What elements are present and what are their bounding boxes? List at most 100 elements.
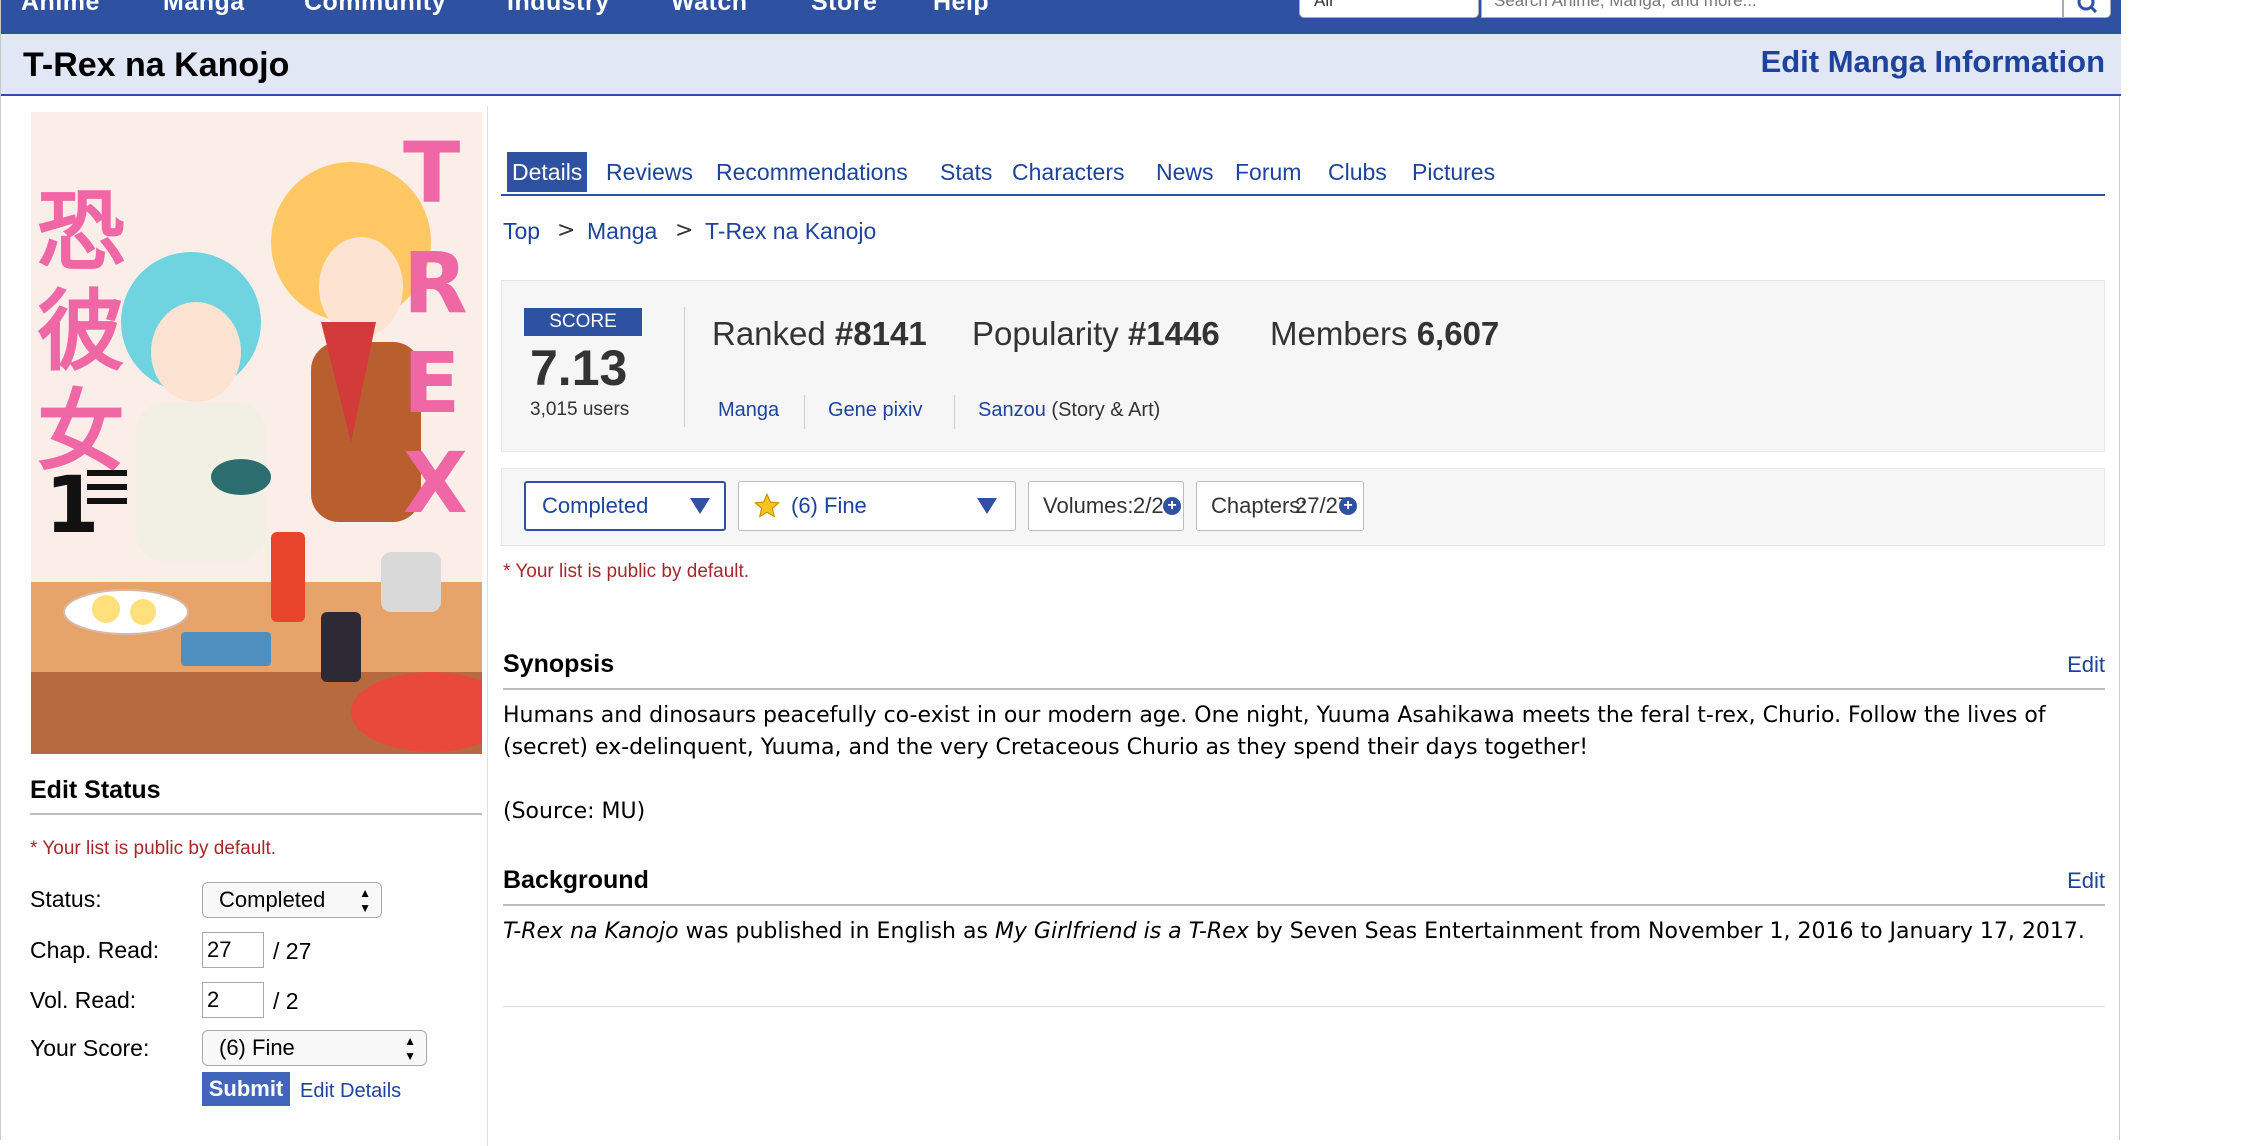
list-public-note: * Your list is public by default.: [503, 561, 750, 582]
your-score-select[interactable]: (6) Fine ▲ ▼: [202, 1030, 427, 1066]
tab-bar: Details Reviews Recommendations Stats Ch…: [501, 150, 2105, 196]
top-navigation: Anime Manga Community Industry Watch Sto…: [1, 0, 2121, 34]
cover-title-en-2: R: [403, 234, 468, 332]
nav-watch[interactable]: Watch: [671, 0, 748, 17]
your-score-label: Your Score:: [30, 1035, 150, 1061]
edit-status-public-note: * Your list is public by default.: [30, 838, 277, 859]
list-status-dropdown[interactable]: Completed: [524, 481, 726, 531]
synopsis-source: (Source: MU): [503, 799, 646, 824]
list-status-value: Completed: [542, 493, 649, 518]
background-title-jp: T-Rex na Kanojo: [503, 919, 679, 944]
author-role: (Story & Art): [1051, 399, 1161, 421]
ranked-label: Ranked: [712, 315, 826, 352]
background-text-part2: by Seven Seas Entertainment from Novembe…: [1248, 919, 2085, 944]
left-column-divider: [487, 106, 488, 1146]
list-score-value: (6) Fine: [791, 493, 867, 518]
tab-news[interactable]: News: [1151, 152, 1219, 192]
page: Anime Manga Community Industry Watch Sto…: [0, 0, 2121, 1146]
nav-anime[interactable]: Anime: [21, 0, 100, 17]
chap-total: / 27: [273, 938, 312, 964]
breadcrumb-current[interactable]: T-Rex na Kanojo: [705, 218, 876, 245]
status-label: Status:: [30, 886, 102, 912]
ranked-value: #8141: [834, 315, 927, 352]
cover-title-en-4: X: [403, 434, 468, 532]
nav-store[interactable]: Store: [811, 0, 877, 17]
search-input[interactable]: Search Anime, Manga, and more...: [1481, 0, 2063, 18]
breadcrumb-top[interactable]: Top: [503, 218, 540, 245]
edit-status-divider: [30, 813, 482, 815]
your-score-value: (6) Fine: [219, 1035, 295, 1060]
synopsis-edit-link[interactable]: Edit: [2067, 652, 2105, 678]
background-heading: Background: [503, 866, 649, 894]
type-link[interactable]: Manga: [718, 399, 779, 422]
synopsis-header: Synopsis Edit: [503, 650, 2105, 690]
background-title-en: My Girlfriend is a T-Rex: [994, 919, 1249, 944]
tab-details[interactable]: Details: [507, 152, 588, 192]
members-value: 6,607: [1416, 315, 1500, 352]
dropdown-arrow-icon: [977, 498, 997, 514]
search-icon: [2077, 0, 2098, 14]
cover-title-en-3: E: [403, 334, 460, 432]
chap-read-input[interactable]: 27: [202, 932, 264, 968]
tab-pictures[interactable]: Pictures: [1407, 152, 1500, 192]
tab-clubs[interactable]: Clubs: [1323, 152, 1392, 192]
background-text: T-Rex na Kanojo was published in English…: [503, 916, 2103, 948]
edit-details-link[interactable]: Edit Details: [300, 1080, 401, 1103]
title-bar: T-Rex na Kanojo Edit Manga Information: [1, 34, 2121, 96]
breadcrumb-separator: >: [675, 218, 694, 243]
tab-stats[interactable]: Stats: [935, 152, 997, 192]
breadcrumb-manga[interactable]: Manga: [587, 218, 657, 245]
tab-reviews[interactable]: Reviews: [601, 152, 698, 192]
author-info: Sanzou (Story & Art): [978, 399, 1160, 422]
tab-characters[interactable]: Characters: [1007, 152, 1129, 192]
status-select[interactable]: Completed ▲ ▼: [202, 882, 382, 918]
vol-read-label: Vol. Read:: [30, 987, 137, 1013]
serialization-link[interactable]: Gene pixiv: [828, 399, 923, 422]
synopsis-heading: Synopsis: [503, 650, 615, 678]
page-title: T-Rex na Kanojo: [23, 46, 290, 84]
select-arrows-icon: ▲ ▼: [404, 1034, 416, 1063]
volumes-label: Volumes:: [1043, 493, 1134, 518]
chap-read-label: Chap. Read:: [30, 937, 160, 963]
search-category-value: All: [1314, 0, 1333, 10]
cover-title-jp-1: 恐: [37, 180, 125, 283]
edit-manga-information-link[interactable]: Edit Manga Information: [1761, 44, 2105, 80]
manga-cover-image[interactable]: 恐 彼 女 T R E X 1: [31, 112, 482, 754]
background-divider: [503, 904, 2105, 906]
plus-icon[interactable]: +: [1163, 497, 1181, 515]
select-arrows-icon: ▲ ▼: [359, 886, 371, 915]
search-category-select[interactable]: All ▼: [1299, 0, 1479, 18]
status-select-value: Completed: [219, 887, 326, 912]
list-volumes-counter[interactable]: Volumes: 2/2 +: [1028, 481, 1184, 531]
author-link[interactable]: Sanzou: [978, 399, 1046, 421]
nav-industry[interactable]: Industry: [507, 0, 610, 17]
score-stats-box: SCORE 7.13 3,015 users Ranked #8141 Popu…: [501, 280, 2105, 452]
search-button[interactable]: [2063, 0, 2111, 18]
score-users: 3,015 users: [530, 399, 630, 420]
tab-forum[interactable]: Forum: [1230, 152, 1306, 192]
nav-help[interactable]: Help: [933, 0, 989, 17]
my-list-bar: Completed (6) Fine Volumes: 2/2 + Chapte…: [501, 468, 2105, 546]
dropdown-arrow-icon: [690, 498, 710, 514]
list-chapters-counter[interactable]: Chapters: 27/27 +: [1196, 481, 1364, 531]
info-divider: [804, 395, 805, 429]
vol-read-input[interactable]: 2: [202, 982, 264, 1018]
members-label: Members: [1270, 315, 1408, 352]
popularity-stat: Popularity #1446: [972, 315, 1220, 353]
background-edit-link[interactable]: Edit: [2067, 868, 2105, 894]
tab-recommendations[interactable]: Recommendations: [711, 152, 913, 192]
nav-community[interactable]: Community: [304, 0, 446, 17]
members-stat: Members 6,607: [1270, 315, 1499, 353]
list-score-dropdown[interactable]: (6) Fine: [738, 481, 1016, 531]
star-icon: [753, 492, 781, 518]
edit-status-heading: Edit Status: [30, 776, 161, 804]
nav-manga[interactable]: Manga: [163, 0, 245, 17]
chapters-label: Chapters:: [1211, 493, 1307, 518]
submit-button[interactable]: Submit: [202, 1072, 290, 1106]
volumes-value: 2/2: [1133, 493, 1164, 518]
synopsis-text: Humans and dinosaurs peacefully co-exist…: [503, 703, 2046, 760]
cover-title-en-1: T: [403, 124, 460, 222]
plus-icon[interactable]: +: [1339, 497, 1357, 515]
vol-total: / 2: [273, 988, 299, 1014]
popularity-value: #1446: [1127, 315, 1220, 352]
